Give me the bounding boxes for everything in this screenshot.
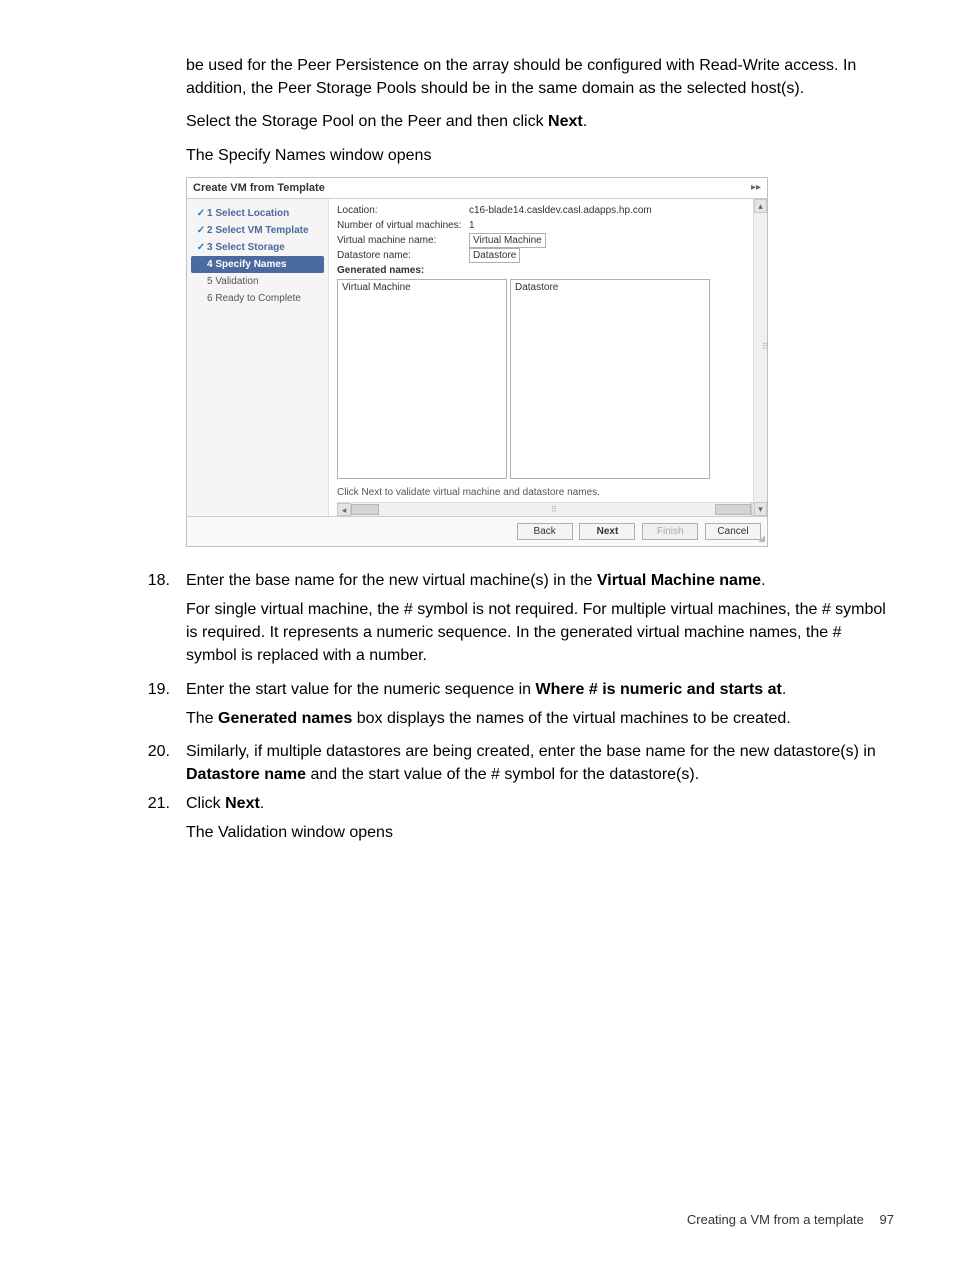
check-icon: ✓ bbox=[195, 242, 207, 253]
numvm-label: Number of virtual machines: bbox=[337, 220, 469, 231]
wizard-sidebar: ✓1 Select Location ✓2 Select VM Template… bbox=[187, 199, 329, 516]
check-icon: ✓ bbox=[195, 225, 207, 236]
step-num: 19. bbox=[144, 678, 186, 701]
location-value: c16-blade14.casldev.casl.adapps.hp.com bbox=[469, 205, 765, 216]
step-21: 21. Click Next. bbox=[60, 792, 894, 815]
step-num: 20. bbox=[144, 740, 186, 786]
wizard-title: Create VM from Template bbox=[193, 182, 325, 194]
intro-p3: The Specify Names window opens bbox=[186, 144, 894, 167]
intro-p1: be used for the Peer Persistence on the … bbox=[186, 54, 894, 100]
scroll-down-icon[interactable]: ▾ bbox=[754, 502, 767, 516]
page-footer: Creating a VM from a template 97 bbox=[687, 1212, 894, 1227]
resize-icon[interactable]: ◢ bbox=[758, 533, 765, 544]
wizard-footer: Back Next Finish Cancel ◢ bbox=[187, 517, 767, 546]
step-19-detail: The Generated names box displays the nam… bbox=[186, 707, 894, 730]
step-num: 21. bbox=[144, 792, 186, 815]
hscroll-thumb[interactable] bbox=[351, 504, 379, 515]
generated-names-col-ds: Datastore bbox=[510, 279, 710, 479]
horizontal-scrollbar[interactable]: ◂ ⠿ ▸ bbox=[337, 502, 765, 516]
vmname-input[interactable]: Virtual Machine bbox=[469, 233, 546, 248]
step-21-detail: The Validation window opens bbox=[186, 821, 894, 844]
footer-page-number: 97 bbox=[880, 1212, 894, 1227]
hscroll-thumb[interactable] bbox=[715, 504, 751, 515]
check-icon: ✓ bbox=[195, 208, 207, 219]
vertical-scrollbar[interactable]: ▴ ⠿ ▾ bbox=[753, 199, 767, 516]
generated-names-col-vm: Virtual Machine bbox=[337, 279, 507, 479]
scroll-left-icon[interactable]: ◂ bbox=[337, 503, 351, 516]
intro-p2-post: . bbox=[583, 113, 587, 130]
step-specify-names[interactable]: 4 Specify Names bbox=[191, 256, 324, 273]
dsname-label: Datastore name: bbox=[337, 250, 469, 261]
grip-icon: ⠿ bbox=[762, 342, 766, 372]
next-button[interactable]: Next bbox=[579, 523, 635, 540]
cancel-button[interactable]: Cancel bbox=[705, 523, 761, 540]
numvm-value: 1 bbox=[469, 220, 765, 231]
step-20: 20. Similarly, if multiple datastores ar… bbox=[60, 740, 894, 786]
step-select-storage[interactable]: ✓3 Select Storage bbox=[191, 239, 324, 256]
location-label: Location: bbox=[337, 205, 469, 216]
intro-p2: Select the Storage Pool on the Peer and … bbox=[186, 110, 894, 133]
step-19: 19. Enter the start value for the numeri… bbox=[60, 678, 894, 701]
finish-button: Finish bbox=[642, 523, 698, 540]
collapse-icon[interactable]: ▸▸ bbox=[751, 182, 761, 193]
footer-text: Creating a VM from a template bbox=[687, 1212, 864, 1227]
intro-p2-bold: Next bbox=[548, 113, 583, 130]
dsname-input[interactable]: Datastore bbox=[469, 248, 520, 263]
step-18: 18. Enter the base name for the new virt… bbox=[60, 569, 894, 592]
wizard-titlebar: Create VM from Template ▸▸ bbox=[187, 178, 767, 199]
step-ready-to-complete[interactable]: 6 Ready to Complete bbox=[191, 290, 324, 307]
back-button[interactable]: Back bbox=[517, 523, 573, 540]
validation-hint: Click Next to validate virtual machine a… bbox=[337, 487, 765, 498]
generated-names-label: Generated names: bbox=[337, 265, 765, 276]
step-18-detail: For single virtual machine, the # symbol… bbox=[186, 598, 894, 668]
wizard-content: Location: c16-blade14.casldev.casl.adapp… bbox=[329, 199, 767, 516]
wizard-window: Create VM from Template ▸▸ ✓1 Select Loc… bbox=[186, 177, 768, 547]
step-validation[interactable]: 5 Validation bbox=[191, 273, 324, 290]
vmname-label: Virtual machine name: bbox=[337, 235, 469, 246]
step-select-vm-template[interactable]: ✓2 Select VM Template bbox=[191, 222, 324, 239]
intro-p2-pre: Select the Storage Pool on the Peer and … bbox=[186, 113, 548, 130]
step-select-location[interactable]: ✓1 Select Location bbox=[191, 205, 324, 222]
step-num: 18. bbox=[144, 569, 186, 592]
generated-names-box: Virtual Machine Datastore bbox=[337, 279, 765, 479]
grip-icon: ⠿ bbox=[551, 505, 557, 514]
scroll-up-icon[interactable]: ▴ bbox=[754, 199, 767, 213]
